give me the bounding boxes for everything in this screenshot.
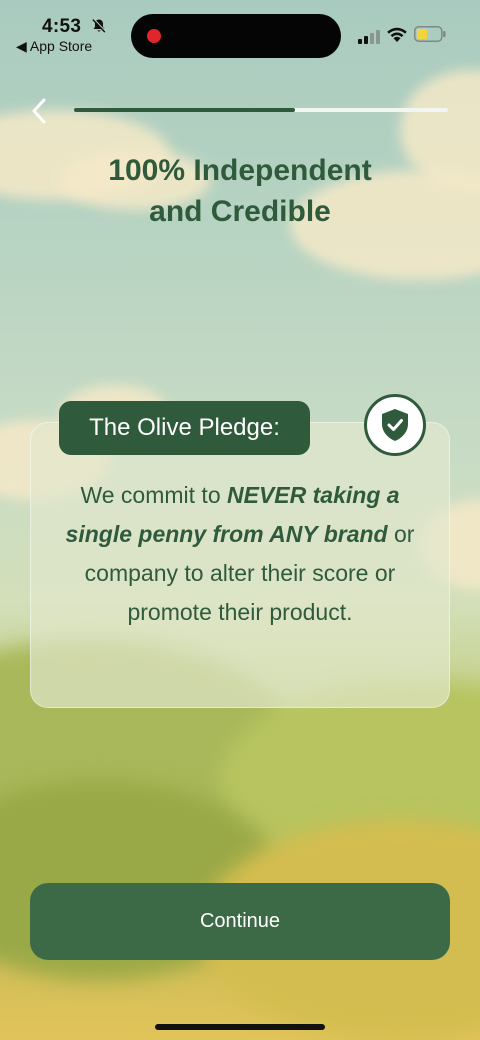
continue-button[interactable]: Continue: [30, 883, 450, 960]
status-bar: 4:53 ◀ App Store: [0, 0, 480, 60]
home-indicator: [155, 1024, 325, 1030]
chevron-left-icon: [32, 98, 46, 124]
pledge-label: The Olive Pledge:: [59, 401, 310, 455]
pledge-statement: We commit to NEVER taking a single penny…: [60, 476, 420, 632]
cellular-signal-icon: [358, 30, 380, 44]
progress-fill: [74, 108, 295, 112]
shield-check-icon: [364, 394, 426, 456]
onboarding-progress-bar: [74, 108, 448, 112]
title-line-1: 100% Independent: [108, 154, 372, 187]
back-app-label: App Store: [29, 38, 93, 54]
bell-muted-icon: [92, 18, 107, 33]
pledge-text-start: We commit to: [80, 482, 227, 508]
recording-indicator-icon: [147, 29, 161, 43]
back-to-app-store[interactable]: ◀ App Store: [16, 38, 92, 55]
battery-icon: [414, 26, 446, 42]
status-time: 4:53: [42, 16, 82, 37]
title-line-2: and Credible: [149, 195, 331, 228]
page-title: 100% Independent and Credible: [40, 150, 440, 232]
back-button[interactable]: [22, 94, 56, 128]
dynamic-island: [131, 14, 341, 58]
wifi-icon: [387, 27, 407, 42]
